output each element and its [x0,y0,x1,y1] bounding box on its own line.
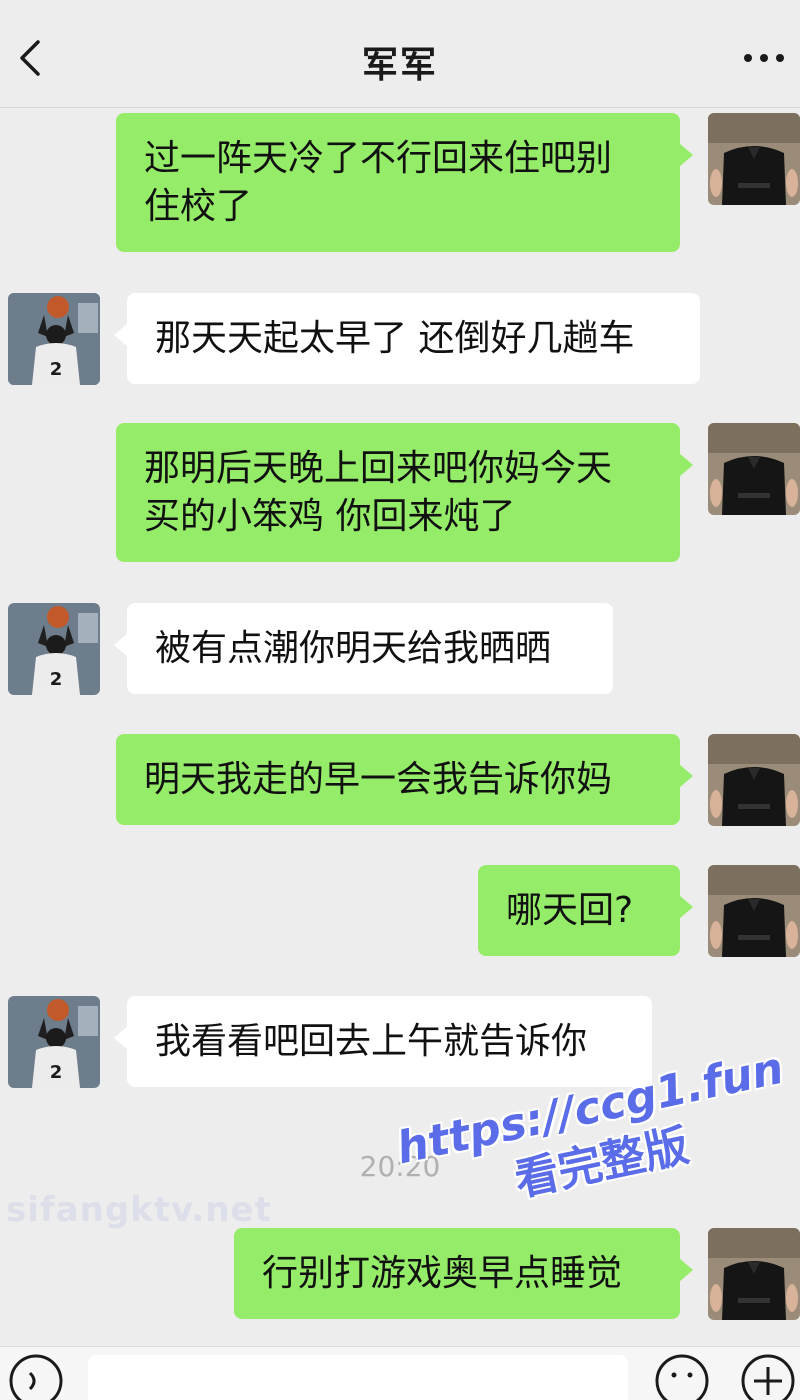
plus-button[interactable] [740,1353,796,1400]
more-dots-icon [744,54,784,62]
svg-text:2: 2 [50,1062,63,1083]
message-bubble-received[interactable]: 被有点潮你明天给我晒晒 [114,603,613,694]
my-avatar[interactable] [708,423,800,515]
message-bubble-sent[interactable]: 哪天回? [478,865,693,956]
my-avatar[interactable] [708,865,800,957]
message-bubble-sent[interactable]: 行别打游戏奥早点睡觉 [234,1228,693,1319]
contact-avatar[interactable]: 2 [8,603,100,695]
avatar-basketball-player-icon: 2 [8,996,100,1088]
message-bubble-sent[interactable]: 明天我走的早一会我告诉你妈 [116,734,693,825]
avatar-man-black-shirt-icon [708,113,800,205]
message-input[interactable] [88,1355,628,1400]
my-avatar[interactable] [708,113,800,205]
avatar-man-black-shirt-icon [708,423,800,515]
message-bubble-received[interactable]: 我看看吧回去上午就告诉你 [114,996,652,1087]
avatar-basketball-player-icon: 2 [8,603,100,695]
plus-icon [741,1354,795,1400]
svg-text:2: 2 [50,669,63,690]
my-avatar[interactable] [708,1228,800,1320]
chat-title: 军军 [361,45,438,86]
chat-header: 军军 [0,0,800,108]
input-bar [0,1346,800,1400]
message-bubble-sent[interactable]: 过一阵天冷了不行回来住吧别 住校了 [116,113,693,252]
avatar-man-black-shirt-icon [708,1228,800,1320]
avatar-basketball-player-icon: 2 [8,293,100,385]
svg-text:2: 2 [50,359,63,380]
emoji-button[interactable] [654,1353,710,1400]
voice-icon [9,1354,63,1400]
more-button[interactable] [742,50,786,66]
message-bubble-sent[interactable]: 那明后天晚上回来吧你妈今天 买的小笨鸡 你回来炖了 [116,423,693,562]
contact-avatar[interactable]: 2 [8,293,100,385]
avatar-man-black-shirt-icon [708,865,800,957]
contact-avatar[interactable]: 2 [8,996,100,1088]
emoji-icon [655,1354,709,1400]
my-avatar[interactable] [708,734,800,826]
avatar-man-black-shirt-icon [708,734,800,826]
message-bubble-received[interactable]: 那天天起太早了 还倒好几趟车 [114,293,700,384]
voice-button[interactable] [8,1353,64,1400]
faint-watermark: sifangktv.net [6,1190,272,1230]
